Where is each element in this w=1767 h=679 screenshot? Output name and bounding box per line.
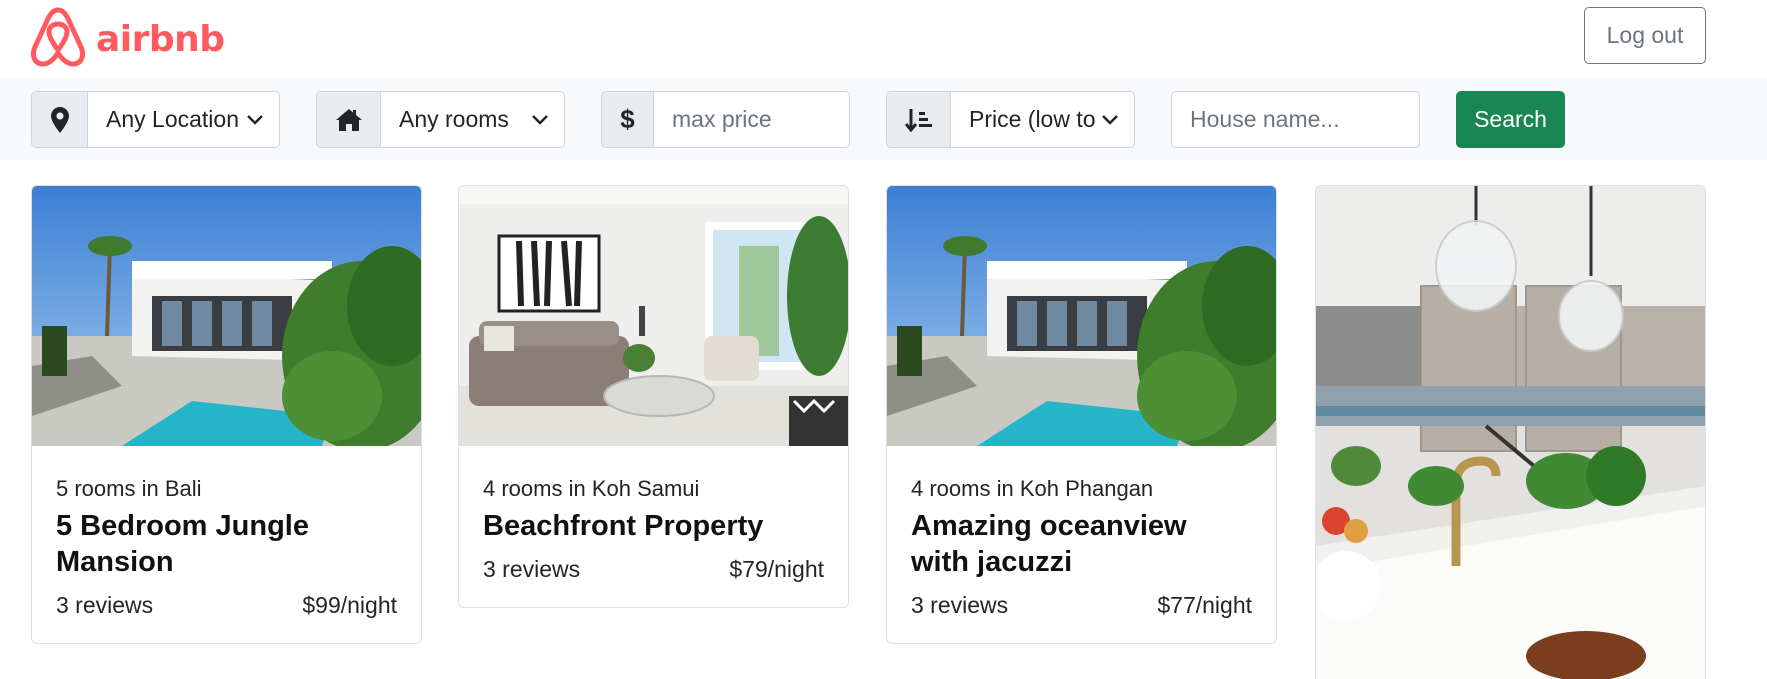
max-price-placeholder: max price (672, 106, 772, 132)
top-navbar: airbnb Log out (0, 0, 1767, 79)
listing-image[interactable] (1316, 186, 1705, 679)
rooms-select[interactable]: Any rooms (381, 92, 564, 147)
listing-price: $77/night (1157, 592, 1252, 618)
listing-card[interactable]: 4 rooms in Koh Phangan Amazing oceanview… (886, 185, 1277, 644)
home-icon (317, 92, 381, 147)
location-select-value: Any Location (106, 106, 239, 132)
logout-button[interactable]: Log out (1584, 7, 1706, 64)
chevron-down-icon (243, 114, 267, 125)
listing-image[interactable] (32, 186, 421, 446)
listing-subtitle: 4 rooms in Koh Phangan (911, 476, 1154, 501)
house-name-input[interactable]: House name... (1171, 91, 1420, 148)
sort-ascending-icon (887, 92, 951, 147)
house-name-placeholder: House name... (1190, 106, 1340, 132)
location-select[interactable]: Any Location (88, 92, 279, 147)
listing-reviews: 3 reviews (483, 556, 581, 582)
map-pin-icon (32, 92, 88, 147)
listing-reviews: 3 reviews (56, 592, 154, 618)
listing-image[interactable] (887, 186, 1276, 446)
rooms-select-group[interactable]: Any rooms (316, 91, 565, 148)
brand-logo[interactable]: airbnb (30, 6, 225, 73)
max-price-input[interactable]: max price (654, 92, 849, 147)
search-button[interactable]: Search (1456, 91, 1565, 148)
listing-title[interactable]: Amazing oceanview with jacuzzi (911, 508, 1252, 580)
listing-card[interactable]: 4 rooms in Koh Samui Beachfront Property… (458, 185, 849, 608)
listing-title[interactable]: 5 Bedroom Jungle Mansion (56, 508, 397, 580)
sort-select[interactable]: Price (low to high) (951, 92, 1134, 147)
chevron-down-icon (528, 114, 552, 125)
filter-bar: Any Location Any rooms $ max price Price… (0, 79, 1767, 160)
brand-name: airbnb (96, 19, 225, 60)
listing-title[interactable]: Beachfront Property (483, 508, 824, 544)
dollar-icon: $ (602, 92, 654, 147)
location-select-group[interactable]: Any Location (31, 91, 280, 148)
listing-reviews: 3 reviews (911, 592, 1009, 618)
listing-image[interactable] (459, 186, 848, 446)
rooms-select-value: Any rooms (399, 106, 509, 132)
listing-card[interactable] (1315, 185, 1706, 679)
max-price-group[interactable]: $ max price (601, 91, 850, 148)
chevron-down-icon (1098, 114, 1122, 125)
sort-select-group[interactable]: Price (low to high) (886, 91, 1135, 148)
listing-price: $79/night (729, 556, 824, 582)
airbnb-logo-icon (30, 6, 86, 73)
listing-subtitle: 5 rooms in Bali (56, 476, 202, 501)
listing-price: $99/night (302, 592, 397, 618)
listing-card[interactable]: 5 rooms in Bali 5 Bedroom Jungle Mansion… (31, 185, 422, 644)
listing-subtitle: 4 rooms in Koh Samui (483, 476, 700, 501)
sort-select-value: Price (low to high) (969, 106, 1098, 132)
